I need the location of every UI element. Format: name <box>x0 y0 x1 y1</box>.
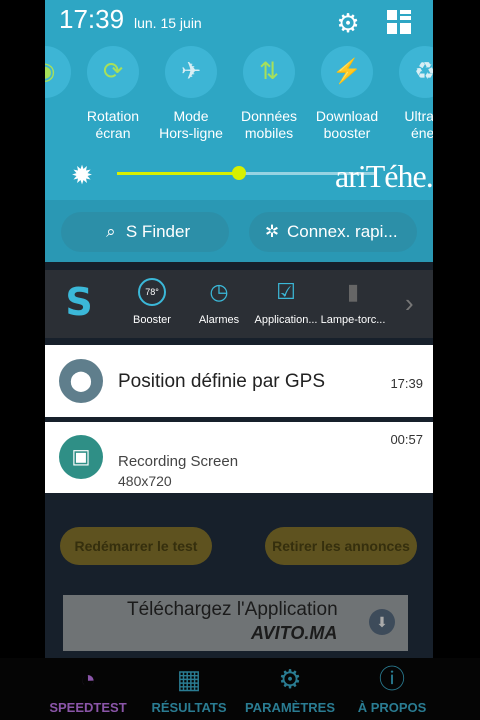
date: lun. 15 juin <box>134 15 202 31</box>
quick-connect-button[interactable]: ✲ Connex. rapi... <box>249 212 417 252</box>
clock-icon: ◷ <box>209 279 229 304</box>
notification-time: 00:57 <box>390 432 423 447</box>
ad-text: Téléchargez l'Application <box>127 599 338 620</box>
quick-connect-label: Connex. rapi... <box>287 222 398 241</box>
notification-time: 17:39 <box>390 376 423 391</box>
quick-toggle-power-saving[interactable]: ♻ Ultra é éner <box>389 46 433 146</box>
nav-about[interactable]: ⓘ À PROPOS <box>352 664 432 715</box>
notification-title: Recording Screen <box>118 453 239 470</box>
ad-brand: AVITO.MA <box>251 623 338 643</box>
nav-label: PARAMÈTRES <box>244 700 336 715</box>
notification-recording[interactable]: ▣ 00:57 Recording Screen 480x720 <box>45 422 433 493</box>
quick-toggle-label: Rotation écran <box>86 108 140 141</box>
quick-toggle-mobile-data[interactable]: ⇅ Données mobiles <box>233 46 305 146</box>
location-icon: ⬤ <box>59 359 103 403</box>
folder-icon: ▦ <box>176 664 202 694</box>
quick-toggle-label: Mode Hors-ligne <box>159 108 223 141</box>
quick-toggle-partial[interactable]: ◉ <box>45 46 81 146</box>
app-booster[interactable]: 78° Booster <box>117 278 187 326</box>
clock: 17:39 <box>59 4 125 34</box>
task-list-icon: ☑ <box>276 279 296 304</box>
airplane-icon: ✈ <box>165 46 217 98</box>
app-task-manager[interactable]: ☑ Application... <box>251 278 321 326</box>
app-alarms[interactable]: ◷ Alarmes <box>184 278 254 326</box>
notification-title: Position définie par GPS <box>118 371 326 392</box>
gear-icon: ⚙ <box>278 664 302 694</box>
nav-label: SPEEDTEST <box>49 700 127 715</box>
brightness-icon: ✹ <box>71 160 93 190</box>
quick-toggle-airplane[interactable]: ✈ Mode Hors-ligne <box>155 46 227 146</box>
info-icon: ⓘ <box>378 664 405 694</box>
phone-screen: 17:39 lun. 15 juin ⚙ ◉ ⟳ Rotation écran … <box>45 0 433 720</box>
speedometer-icon: ◔ <box>80 664 96 694</box>
quick-toggle-label: Données mobiles <box>240 108 298 141</box>
remove-ads-button[interactable]: Retirer les annonces <box>265 527 417 565</box>
app-flashlight[interactable]: ▮ Lampe-torc... <box>318 278 388 326</box>
brightness-fill <box>117 172 240 175</box>
partial-toggle-icon: ◉ <box>45 46 71 98</box>
search-icon: ⌕ <box>106 222 116 241</box>
chevron-right-icon[interactable]: › <box>405 288 414 319</box>
app-label: Application... <box>254 314 318 326</box>
quick-toggle-label: Download booster <box>315 108 379 141</box>
ad-banner[interactable]: Téléchargez l'Application AVITO.MA ⬇ <box>63 595 408 651</box>
nav-settings[interactable]: ⚙ PARAMÈTRES <box>242 664 338 715</box>
download-icon: ⬇ <box>369 609 395 635</box>
nav-label: RÉSULTATS <box>151 700 227 715</box>
s-finder-button[interactable]: ⌕ S Finder <box>61 212 229 252</box>
screen-recorder-icon: ▣ <box>59 435 103 479</box>
app-label: Alarmes <box>198 314 240 326</box>
s-finder-label: S Finder <box>125 222 191 241</box>
data-arrows-icon: ⇅ <box>243 46 295 98</box>
flashlight-icon: ▮ <box>346 279 360 304</box>
bottom-navigation: ◔ SPEEDTEST ▦ RÉSULTATS ⚙ PARAMÈTRES ⓘ À… <box>0 658 480 720</box>
status-bar: 17:39 lun. 15 juin ⚙ <box>45 0 433 44</box>
notification-panel: 17:39 lun. 15 juin ⚙ ◉ ⟳ Rotation écran … <box>45 0 433 262</box>
notification-subtitle: 480x720 <box>118 473 172 489</box>
settings-gear-icon[interactable]: ⚙ <box>333 8 363 38</box>
brightness-thumb[interactable] <box>232 166 247 180</box>
power-saving-icon: ♻ <box>399 46 433 98</box>
edit-grid-icon[interactable] <box>387 10 411 34</box>
quick-toggle-label: Ultra é éner <box>404 108 433 141</box>
notification-gps[interactable]: ⬤ Position définie par GPS 17:39 <box>45 345 433 417</box>
download-booster-icon: ⚡ <box>321 46 373 98</box>
nav-label: À PROPOS <box>357 700 427 715</box>
app-label: Lampe-torc... <box>320 314 386 326</box>
s-logo-icon[interactable]: S <box>59 282 99 322</box>
quick-connect-icon: ✲ <box>264 222 280 241</box>
watermark-logo: ariTéhe.net <box>335 158 433 194</box>
booster-icon: 78° <box>138 278 166 306</box>
app-label: Booster <box>133 314 171 326</box>
restart-test-button[interactable]: Redémarrer le test <box>60 527 212 565</box>
nav-results[interactable]: ▦ RÉSULTATS <box>146 664 232 715</box>
nav-speedtest[interactable]: ◔ SPEEDTEST <box>45 664 131 715</box>
quick-toggle-rotation[interactable]: ⟳ Rotation écran <box>77 46 149 146</box>
rotation-icon: ⟳ <box>87 46 139 98</box>
quick-toggle-download-booster[interactable]: ⚡ Download booster <box>311 46 383 146</box>
apps-shortcut-row: S 78° Booster ◷ Alarmes ☑ Application...… <box>45 270 433 338</box>
